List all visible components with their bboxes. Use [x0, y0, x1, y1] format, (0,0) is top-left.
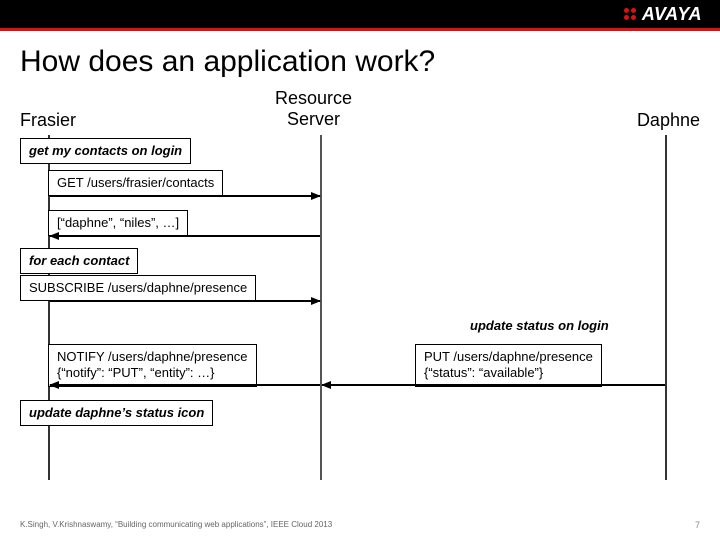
actor-resource-server: Resource Server	[275, 88, 352, 129]
brand-dots-icon	[624, 8, 636, 20]
msg-subscribe: SUBSCRIBE /users/daphne/presence	[20, 275, 256, 301]
actor-daphne: Daphne	[637, 110, 700, 131]
lifeline-resource-server	[320, 135, 322, 480]
msg-put-presence: PUT /users/daphne/presence {“status”: “a…	[415, 344, 602, 387]
lifeline-daphne	[665, 135, 667, 480]
note-for-each-contact: for each contact	[20, 248, 138, 274]
arrow-subscribe	[50, 300, 320, 302]
arrow-contacts-response	[50, 235, 320, 237]
actor-frasier: Frasier	[20, 110, 76, 131]
msg-notify: NOTIFY /users/daphne/presence {“notify”:…	[48, 344, 257, 387]
arrow-notify	[50, 384, 320, 386]
sequence-diagram: Frasier Resource Server Daphne get my co…	[20, 90, 700, 500]
brand-logo: AVAYA	[624, 4, 702, 25]
slide-title: How does an application work?	[0, 31, 720, 85]
note-update-icon: update daphne’s status icon	[20, 400, 213, 426]
slide-footer: K.Singh, V.Krishnaswamy, “Building commu…	[20, 520, 700, 530]
msg-contacts-response: [“daphne”, “niles”, …]	[48, 210, 188, 236]
footer-citation: K.Singh, V.Krishnaswamy, “Building commu…	[20, 520, 332, 530]
arrow-get-contacts	[50, 195, 320, 197]
brand-name: AVAYA	[642, 4, 702, 25]
slide-number: 7	[695, 520, 700, 530]
msg-get-contacts: GET /users/frasier/contacts	[48, 170, 223, 196]
brand-bar: AVAYA	[0, 0, 720, 28]
note-get-contacts: get my contacts on login	[20, 138, 191, 164]
note-update-status-login: update status on login	[470, 318, 609, 333]
arrow-put-presence	[322, 384, 665, 386]
slide: AVAYA How does an application work? Fras…	[0, 0, 720, 540]
